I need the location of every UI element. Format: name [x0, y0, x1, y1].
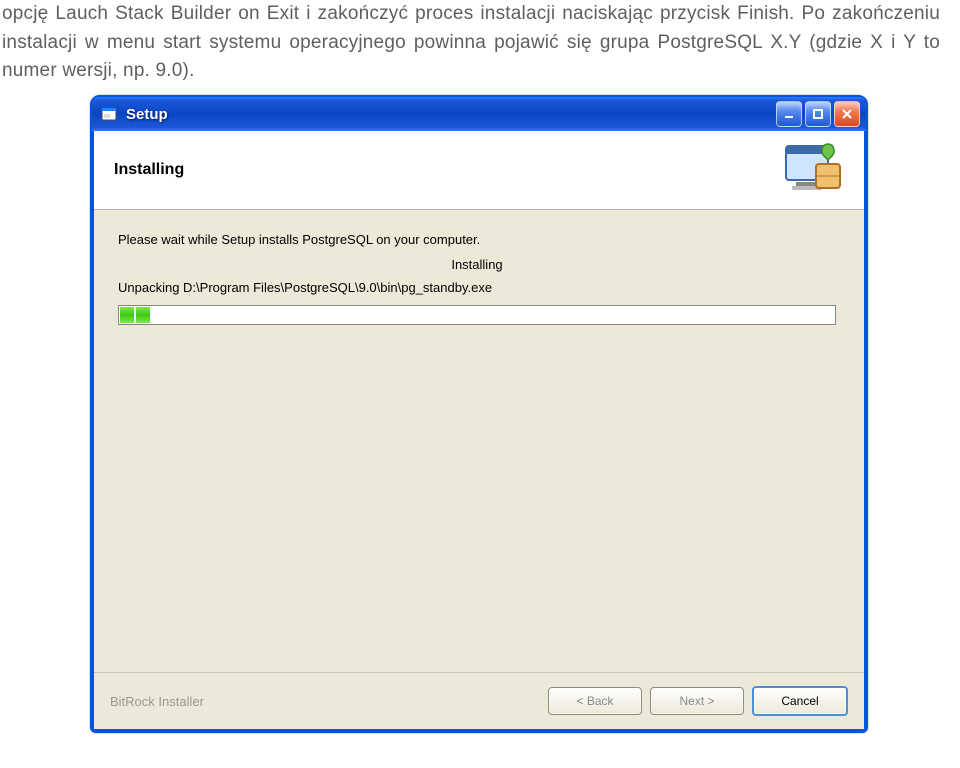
install-status: Installing [118, 257, 836, 272]
cancel-button[interactable]: Cancel [752, 686, 848, 716]
installer-brand: BitRock Installer [110, 694, 540, 709]
minimize-button[interactable] [776, 101, 802, 127]
window-controls [776, 101, 860, 127]
header-panel: Installing [94, 131, 864, 210]
setup-window: Setup Installing [90, 95, 868, 733]
maximize-button[interactable] [805, 101, 831, 127]
close-button[interactable] [834, 101, 860, 127]
install-path: Unpacking D:\Program Files\PostgreSQL\9.… [118, 280, 836, 295]
doc-paragraph-text: opcję Lauch Stack Builder on Exit i zako… [2, 3, 940, 81]
page-title: Installing [114, 161, 184, 179]
progress-chunk [136, 307, 150, 323]
setup-app-icon [100, 105, 118, 123]
installer-icon [784, 140, 844, 200]
content-area: Please wait while Setup installs Postgre… [94, 210, 864, 672]
document-paragraph: opcję Lauch Stack Builder on Exit i zako… [0, 0, 960, 86]
install-message: Please wait while Setup installs Postgre… [118, 232, 836, 247]
window-title: Setup [126, 106, 776, 123]
progress-bar [118, 305, 836, 325]
next-button[interactable]: Next > [650, 687, 744, 715]
progress-chunk [120, 307, 134, 323]
back-button[interactable]: < Back [548, 687, 642, 715]
footer: BitRock Installer < Back Next > Cancel [94, 672, 864, 729]
titlebar: Setup [92, 97, 866, 131]
